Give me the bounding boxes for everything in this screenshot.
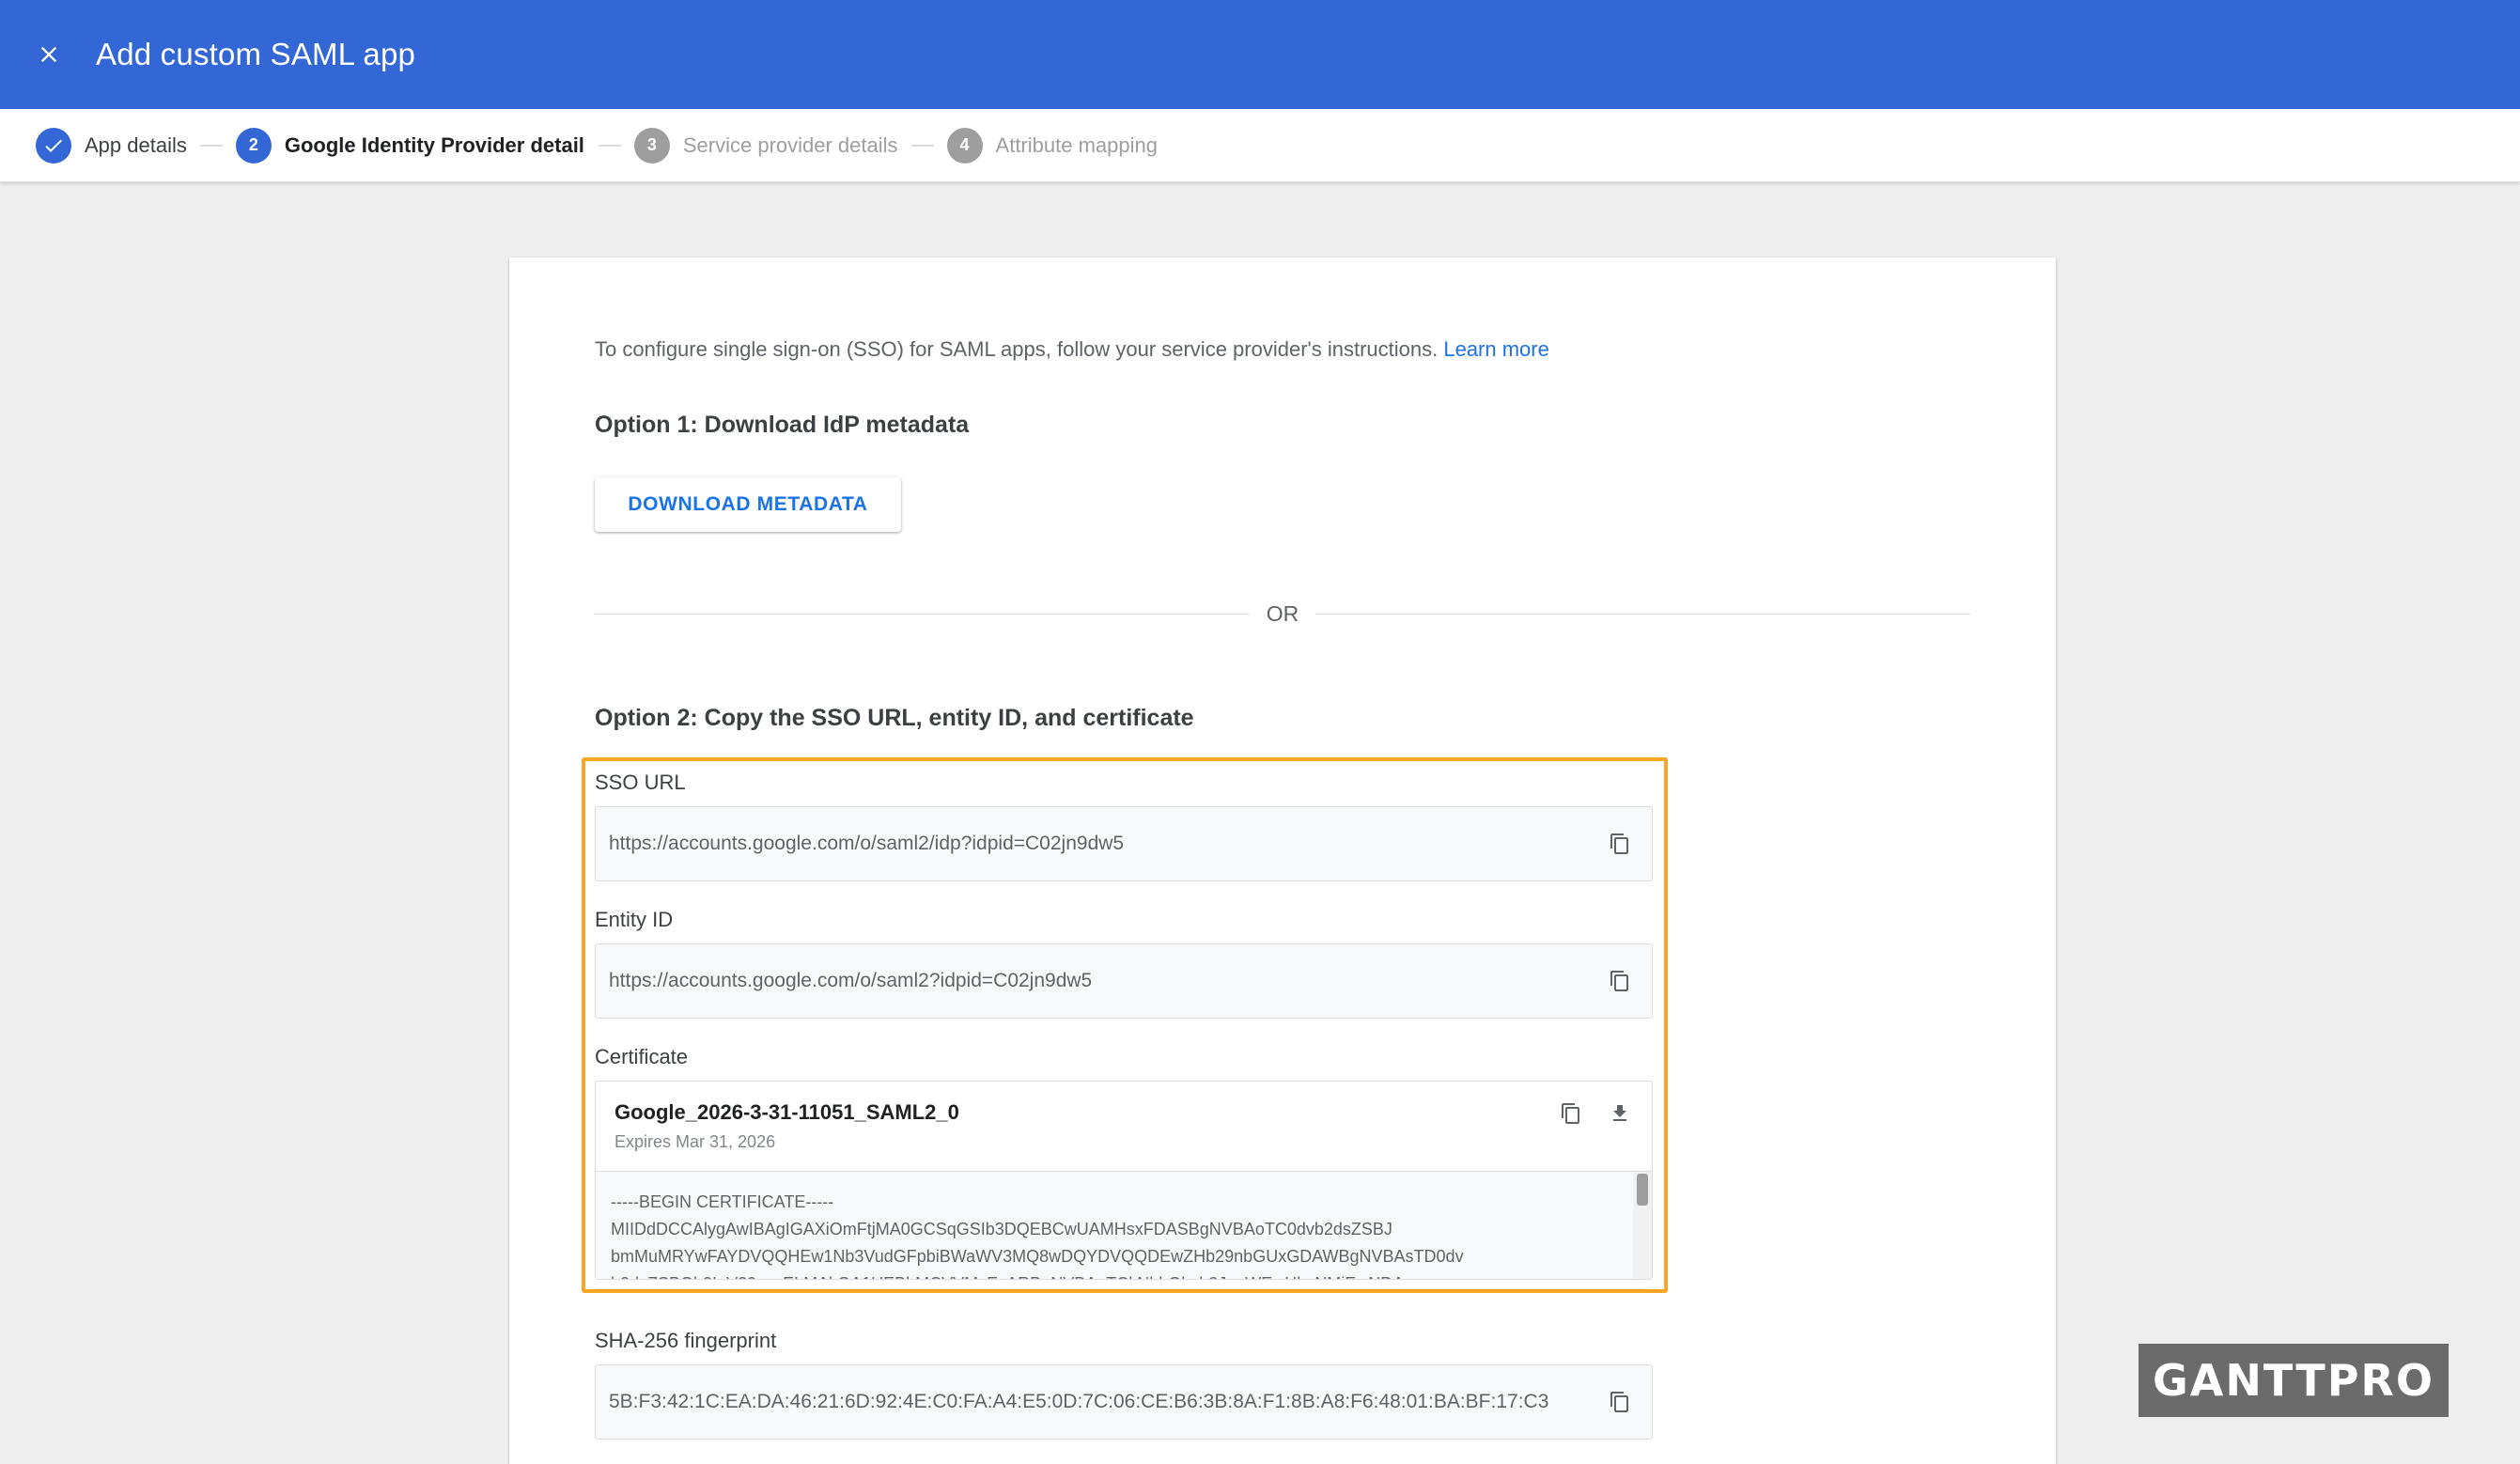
sso-url-field: https://accounts.google.com/o/saml2/idp?… <box>595 806 1653 881</box>
download-metadata-button[interactable]: DOWNLOAD METADATA <box>595 477 901 532</box>
copy-icon[interactable] <box>1601 825 1639 863</box>
certificate-scrollbar[interactable] <box>1633 1172 1652 1279</box>
divider-line <box>1315 613 1970 615</box>
certificate-line: -----BEGIN CERTIFICATE----- <box>611 1192 834 1211</box>
copy-icon[interactable] <box>1552 1095 1590 1132</box>
certificate-line: b2dsZSBGb3IgV29yazELMAkGA1UEBhMCVVMxEzAR… <box>611 1270 1616 1279</box>
step-divider <box>910 144 934 147</box>
entity-id-value[interactable]: https://accounts.google.com/o/saml2?idpi… <box>609 970 1601 992</box>
idp-details-card: To configure single sign-on (SSO) for SA… <box>509 257 2056 1464</box>
entity-id-field: https://accounts.google.com/o/saml2?idpi… <box>595 943 1653 1019</box>
certificate-header: Google_2026-3-31-11051_SAML2_0 Expires M… <box>596 1082 1652 1172</box>
or-divider: OR <box>595 600 1970 628</box>
fingerprint-label: SHA-256 fingerprint <box>595 1329 777 1352</box>
sso-url-value[interactable]: https://accounts.google.com/o/saml2/idp?… <box>609 833 1601 855</box>
page-title: Add custom SAML app <box>96 37 416 71</box>
scrollbar-thumb[interactable] <box>1637 1174 1648 1206</box>
learn-more-link[interactable]: Learn more <box>1443 337 1549 361</box>
certificate-line: MIIDdDCCAlygAwIBAgIGAXiOmFtjMA0GCSqGSIb3… <box>611 1220 1392 1238</box>
check-icon <box>36 127 71 164</box>
stepper: App details 2 Google Identity Provider d… <box>0 109 2520 182</box>
step-service-provider-details[interactable]: 3 Service provider details <box>633 127 898 164</box>
certificate-text[interactable]: -----BEGIN CERTIFICATE----- MIIDdDCCAlyg… <box>596 1172 1652 1279</box>
copy-icon[interactable] <box>1601 962 1639 1000</box>
intro-text: To configure single sign-on (SSO) for SA… <box>595 337 1549 362</box>
sso-url-label: SSO URL <box>595 771 686 794</box>
certificate-line: bmMuMRYwFAYDVQQHEw1Nb3VudGFpbiBWaWV3MQ8w… <box>611 1247 1464 1266</box>
certificate-actions <box>1552 1095 1639 1132</box>
step-divider <box>199 144 223 147</box>
certificate-name: Google_2026-3-31-11051_SAML2_0 <box>614 1100 959 1124</box>
close-icon[interactable] <box>26 32 71 77</box>
step-number: 2 <box>235 127 272 164</box>
download-icon[interactable] <box>1601 1095 1639 1132</box>
step-app-details[interactable]: App details <box>36 127 187 164</box>
option1-heading: Option 1: Download IdP metadata <box>595 412 970 438</box>
entity-id-label: Entity ID <box>595 908 674 931</box>
step-number: 4 <box>946 127 983 164</box>
step-divider <box>598 144 621 147</box>
certificate-field: Google_2026-3-31-11051_SAML2_0 Expires M… <box>595 1081 1653 1280</box>
step-label: Service provider details <box>682 132 898 157</box>
or-label: OR <box>1266 600 1299 626</box>
certificate-label: Certificate <box>595 1045 689 1068</box>
fingerprint-value[interactable]: 5B:F3:42:1C:EA:DA:46:21:6D:92:4E:C0:FA:A… <box>609 1391 1601 1413</box>
app-header: Add custom SAML app <box>0 0 2520 109</box>
step-attribute-mapping[interactable]: 4 Attribute mapping <box>946 127 1158 164</box>
intro-sentence: To configure single sign-on (SSO) for SA… <box>595 337 1439 361</box>
step-google-idp-details[interactable]: 2 Google Identity Provider detail: <box>235 127 585 164</box>
copy-icon[interactable] <box>1601 1383 1639 1421</box>
fingerprint-field: 5B:F3:42:1C:EA:DA:46:21:6D:92:4E:C0:FA:A… <box>595 1364 1653 1440</box>
option2-heading: Option 2: Copy the SSO URL, entity ID, a… <box>595 705 1194 731</box>
step-number: 3 <box>633 127 670 164</box>
step-label: App details <box>85 132 187 157</box>
step-label: Google Identity Provider detail: <box>284 132 585 157</box>
step-label: Attribute mapping <box>995 132 1158 157</box>
certificate-expiry: Expires Mar 31, 2026 <box>614 1132 776 1151</box>
divider-line <box>595 613 1250 615</box>
ganttpro-watermark: GANTTPRO <box>2139 1344 2449 1417</box>
